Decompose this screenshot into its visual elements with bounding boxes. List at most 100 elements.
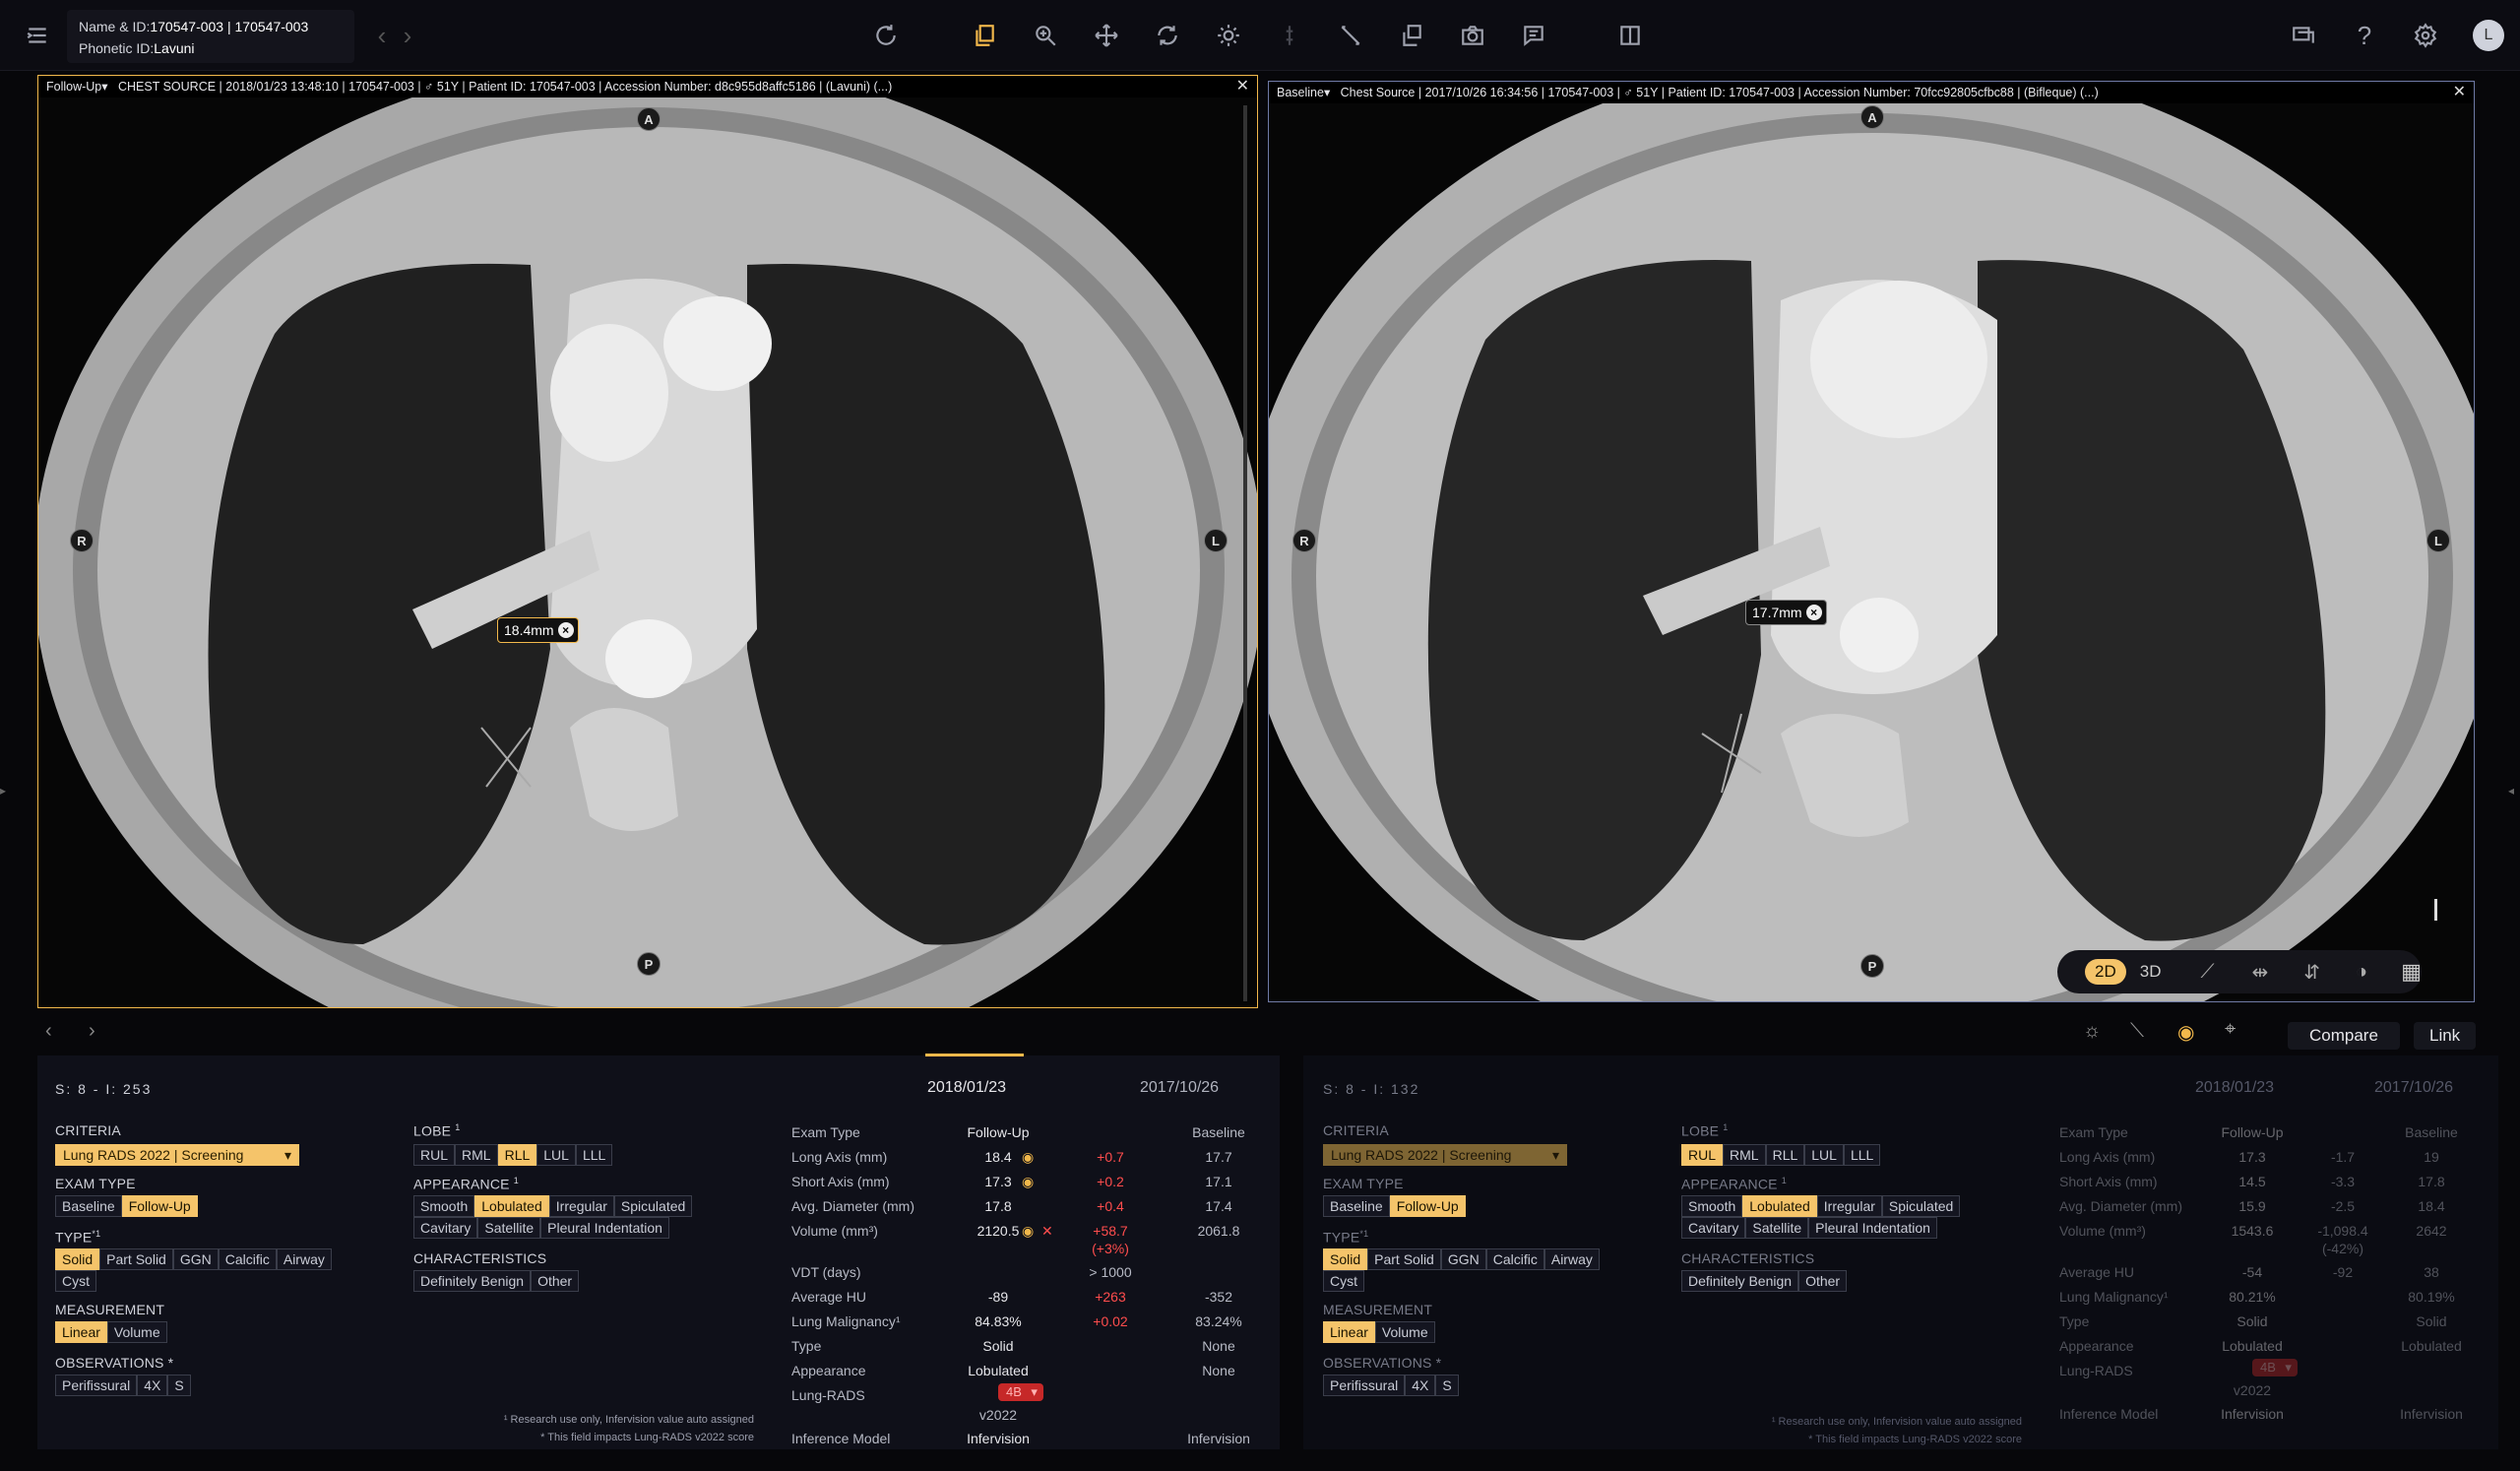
- eye-icon[interactable]: ◉: [2177, 1020, 2194, 1045]
- exclude-icon[interactable]: ✕: [1041, 1219, 1053, 1243]
- app-satellite[interactable]: Satellite: [1745, 1217, 1809, 1239]
- exam-baseline[interactable]: Baseline: [1323, 1195, 1390, 1217]
- exam-follow-up[interactable]: Follow-Up: [121, 1195, 198, 1217]
- settings-icon[interactable]: [2408, 18, 2443, 53]
- rotate-icon[interactable]: [1150, 18, 1185, 53]
- lobe-rml[interactable]: RML: [1723, 1144, 1766, 1166]
- visibility-icon[interactable]: ◉: [1022, 1219, 1034, 1243]
- measure-linear[interactable]: Linear: [1323, 1321, 1375, 1343]
- type-ggn[interactable]: GGN: [1440, 1248, 1486, 1270]
- remove-icon[interactable]: ×: [557, 622, 574, 638]
- grid-icon[interactable]: ▦: [2401, 959, 2422, 985]
- char-definitely-benign[interactable]: Definitely Benign: [413, 1270, 532, 1292]
- mode-3d-button[interactable]: 3D: [2130, 959, 2172, 985]
- obs-4x[interactable]: 4X: [1405, 1375, 1436, 1396]
- compare-button[interactable]: Compare: [2288, 1022, 2400, 1050]
- type-airway[interactable]: Airway: [276, 1248, 332, 1270]
- exam-follow-up[interactable]: Follow-Up: [1389, 1195, 1466, 1217]
- criteria-dropdown[interactable]: Lung RADS 2022 | Screening: [1323, 1144, 1567, 1166]
- chat-icon[interactable]: [2286, 18, 2321, 53]
- app-cavitary[interactable]: Cavitary: [1681, 1217, 1746, 1239]
- measurement-label[interactable]: 17.7mm ×: [1745, 600, 1827, 625]
- type-part-solid[interactable]: Part Solid: [99, 1248, 173, 1270]
- obs-perifissural[interactable]: Perifissural: [55, 1375, 138, 1396]
- split-icon[interactable]: ⇹: [2251, 960, 2268, 985]
- visibility-icon[interactable]: ◉: [1022, 1145, 1034, 1169]
- app-lobulated[interactable]: Lobulated: [474, 1195, 549, 1217]
- type-calcific[interactable]: Calcific: [1485, 1248, 1544, 1270]
- pan-icon[interactable]: [1089, 18, 1124, 53]
- date-follow-up-tab[interactable]: 2018/01/23: [2195, 1079, 2274, 1097]
- ruler-small-icon[interactable]: ⟍: [2130, 1020, 2144, 1043]
- obs-perifissural[interactable]: Perifissural: [1323, 1375, 1406, 1396]
- series-tag[interactable]: Baseline: [1277, 86, 1324, 99]
- right-edge-toggle-icon[interactable]: ◂: [2508, 784, 2514, 798]
- lobe-rll[interactable]: RLL: [1765, 1144, 1805, 1166]
- lobe-lul[interactable]: LUL: [1804, 1144, 1844, 1166]
- measure-volume[interactable]: Volume: [1374, 1321, 1435, 1343]
- copy-icon[interactable]: [1394, 18, 1429, 53]
- layout-icon[interactable]: [1612, 18, 1648, 53]
- app-spiculated[interactable]: Spiculated: [1881, 1195, 1961, 1217]
- app-lobulated[interactable]: Lobulated: [1742, 1195, 1817, 1217]
- close-icon[interactable]: ✕: [1236, 76, 1249, 97]
- app-spiculated[interactable]: Spiculated: [613, 1195, 693, 1217]
- measure-volume[interactable]: Volume: [106, 1321, 167, 1343]
- app-satellite[interactable]: Satellite: [477, 1217, 541, 1239]
- viewer-follow-up[interactable]: Follow-Up▾ CHEST SOURCE | 2018/01/23 13:…: [37, 75, 1258, 1008]
- app-irregular[interactable]: Irregular: [548, 1195, 614, 1217]
- menu-icon[interactable]: [20, 18, 55, 53]
- next-icon[interactable]: ›: [390, 18, 425, 53]
- close-icon[interactable]: ✕: [2453, 82, 2466, 103]
- app-smooth[interactable]: Smooth: [1681, 1195, 1743, 1217]
- date-baseline-tab[interactable]: 2017/10/26: [2374, 1079, 2453, 1097]
- type-ggn[interactable]: GGN: [172, 1248, 219, 1270]
- char-other[interactable]: Other: [531, 1270, 580, 1292]
- help-icon[interactable]: ?: [2347, 18, 2382, 53]
- type-solid[interactable]: Solid: [55, 1248, 100, 1270]
- obs-4x[interactable]: 4X: [137, 1375, 168, 1396]
- left-edge-toggle-icon[interactable]: ▸: [0, 784, 6, 798]
- panel-prev-icon[interactable]: ‹: [45, 1020, 52, 1043]
- lobe-rll[interactable]: RLL: [497, 1144, 537, 1166]
- measure-linear[interactable]: Linear: [55, 1321, 107, 1343]
- lung-rads-badge[interactable]: 4B: [998, 1383, 1043, 1401]
- target-icon[interactable]: ⌖: [2225, 1018, 2236, 1041]
- reset-icon[interactable]: [868, 18, 904, 53]
- link-button[interactable]: Link: [2414, 1022, 2477, 1050]
- app-smooth[interactable]: Smooth: [413, 1195, 475, 1217]
- window-level-icon[interactable]: [1211, 18, 1246, 53]
- contrast-icon[interactable]: ◑: [2356, 961, 2367, 984]
- type-cyst[interactable]: Cyst: [55, 1270, 96, 1292]
- app-pleural-indentation[interactable]: Pleural Indentation: [1808, 1217, 1937, 1239]
- user-avatar[interactable]: L: [2473, 20, 2504, 51]
- type-solid[interactable]: Solid: [1323, 1248, 1368, 1270]
- app-pleural-indentation[interactable]: Pleural Indentation: [540, 1217, 669, 1239]
- lobe-lll[interactable]: LLL: [575, 1144, 613, 1166]
- date-baseline-tab[interactable]: 2017/10/26: [1140, 1079, 1219, 1097]
- type-airway[interactable]: Airway: [1544, 1248, 1600, 1270]
- lobe-lul[interactable]: LUL: [536, 1144, 576, 1166]
- ruler-icon[interactable]: [1333, 18, 1368, 53]
- lung-rads-badge[interactable]: 4B: [2252, 1359, 2298, 1376]
- ct-image[interactable]: [38, 97, 1258, 1008]
- date-follow-up-tab[interactable]: 2018/01/23: [927, 1079, 1006, 1097]
- viewer-baseline[interactable]: Baseline▾ Chest Source | 2017/10/26 16:3…: [1268, 81, 2475, 1002]
- report-icon[interactable]: [1516, 18, 1551, 53]
- obs-s[interactable]: S: [1435, 1375, 1459, 1396]
- ct-image[interactable]: [1269, 103, 2475, 1002]
- vertical-split-icon[interactable]: ⇵: [2303, 960, 2320, 985]
- type-calcific[interactable]: Calcific: [218, 1248, 277, 1270]
- mode-2d-button[interactable]: 2D: [2085, 959, 2126, 985]
- app-cavitary[interactable]: Cavitary: [413, 1217, 478, 1239]
- lobe-lll[interactable]: LLL: [1843, 1144, 1881, 1166]
- zoom-icon[interactable]: [1028, 18, 1063, 53]
- visibility-icon[interactable]: ◉: [1022, 1170, 1034, 1193]
- series-tag[interactable]: Follow-Up: [46, 80, 101, 94]
- brightness-icon[interactable]: ☼: [2083, 1020, 2101, 1043]
- type-part-solid[interactable]: Part Solid: [1367, 1248, 1441, 1270]
- char-other[interactable]: Other: [1798, 1270, 1848, 1292]
- crosshair-icon[interactable]: [1272, 18, 1307, 53]
- remove-icon[interactable]: ×: [1805, 605, 1822, 620]
- panel-next-icon[interactable]: ›: [89, 1020, 95, 1043]
